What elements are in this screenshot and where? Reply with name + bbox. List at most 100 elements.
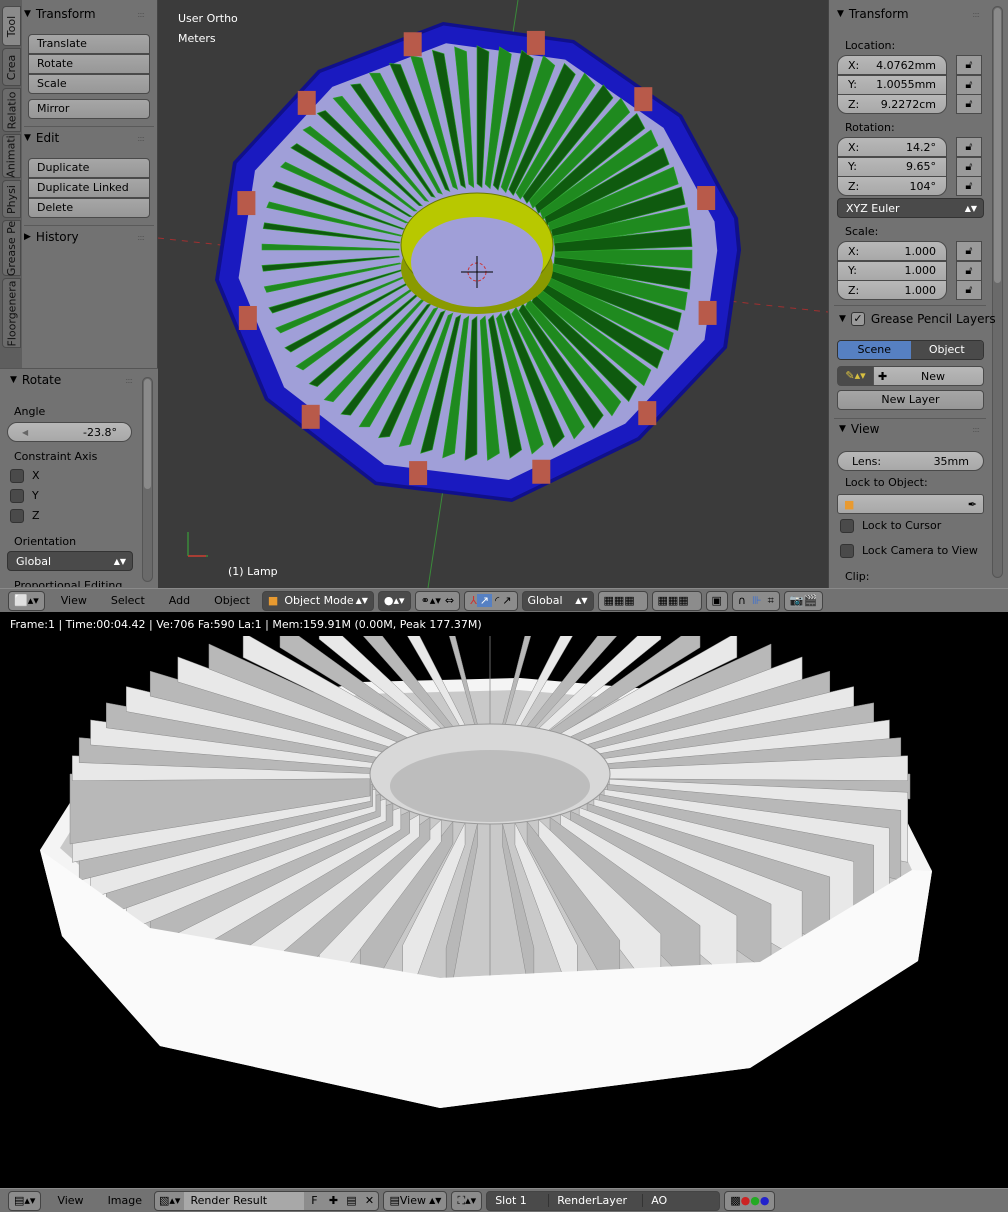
- view-mode-dropdown[interactable]: ▤ View ▲▼: [383, 1190, 448, 1211]
- menu-view[interactable]: View: [61, 594, 87, 607]
- transform-panel-header[interactable]: ▼ Transform::::: [837, 3, 989, 25]
- duplicate-linked-button[interactable]: Duplicate Linked: [28, 178, 150, 198]
- field-label: Lens:: [852, 454, 882, 468]
- lock-to-cursor-checkbox[interactable]: Lock to Cursor: [840, 519, 941, 533]
- open-image-icon[interactable]: ▤: [342, 1194, 360, 1207]
- axis-y-checkbox[interactable]: Y: [10, 489, 39, 503]
- new-grease-pencil-button[interactable]: ✎▴▾ ✚ New: [837, 366, 984, 386]
- field-value: 1.000: [904, 264, 937, 277]
- clip-label: Clip:: [845, 570, 870, 583]
- image-name-field[interactable]: Render Result: [184, 1191, 305, 1210]
- rotation-mode-dropdown[interactable]: XYZ Euler ▲▼: [837, 198, 984, 218]
- menu-view[interactable]: View: [57, 1194, 83, 1207]
- image-editor[interactable]: [0, 599, 1008, 1188]
- layers-grid-2[interactable]: ▦▦▦: [651, 590, 702, 611]
- image-browser[interactable]: ▧▴▾ Render Result F ✚ ▤ ✕: [154, 1190, 380, 1211]
- menu-select[interactable]: Select: [111, 594, 145, 607]
- grease-pencil-panel-header[interactable]: ▼ ✓ Grease Pencil Layers: [839, 308, 1008, 330]
- fake-user-button[interactable]: F: [304, 1194, 324, 1207]
- axis-x-checkbox[interactable]: X: [10, 469, 40, 483]
- editor-type-button[interactable]: ▤ ▴▾: [8, 1190, 42, 1211]
- lock-icon[interactable]: 🔓︎: [956, 260, 982, 281]
- history-panel-header[interactable]: ▶ History::::: [24, 226, 154, 248]
- grease-pencil-checkbox[interactable]: ✓: [850, 312, 865, 326]
- axis-z-checkbox[interactable]: Z: [10, 509, 40, 523]
- new-layer-button[interactable]: New Layer: [837, 390, 984, 410]
- render-slot-controls[interactable]: Slot 1 RenderLayer AO: [486, 1190, 721, 1211]
- translate-button[interactable]: Translate: [28, 34, 150, 54]
- transform-orientation-dropdown[interactable]: Global ▲▼: [521, 590, 594, 611]
- snap-controls[interactable]: ∩ ⊪ ⌗: [731, 590, 780, 611]
- edit-panel-header[interactable]: ▼ Edit::::: [24, 127, 154, 149]
- rotation-y-field[interactable]: Y: 9.65°: [837, 156, 947, 177]
- slot-dropdown[interactable]: Slot 1: [487, 1194, 550, 1207]
- rotation-z-field[interactable]: Z: 104°: [837, 176, 947, 196]
- location-x-field[interactable]: X: 4.0762mm: [837, 55, 947, 75]
- mirror-button[interactable]: Mirror: [28, 99, 150, 119]
- 3d-viewport[interactable]: User Ortho Meters (1) Lamp: [158, 0, 828, 588]
- scrollbar[interactable]: [142, 377, 153, 582]
- render-layer-dropdown[interactable]: RenderLayer: [549, 1194, 644, 1207]
- orientation-dropdown[interactable]: Global ▲▼: [7, 551, 133, 571]
- scale-y-field[interactable]: Y: 1.000: [837, 260, 947, 281]
- rotate-button[interactable]: Rotate: [28, 54, 150, 74]
- lock-icon[interactable]: 🔓︎: [956, 137, 982, 157]
- menu-image[interactable]: Image: [108, 1194, 142, 1207]
- render-buttons[interactable]: 📷 🎬: [783, 590, 824, 611]
- opengl-render-icon: 📷: [789, 594, 804, 607]
- lens-field[interactable]: Lens: 35mm: [837, 451, 984, 471]
- pivot-dropdown[interactable]: ⛶ ▴▾: [451, 1190, 483, 1211]
- axis-gizmo-icon: [187, 532, 208, 557]
- panel-title: Transform: [848, 7, 909, 21]
- lock-icon[interactable]: 🔓︎: [956, 241, 982, 261]
- scale-z-field[interactable]: Z: 1.000: [837, 280, 947, 300]
- transform-manipulators[interactable]: ⅄ ↗ ◜ ↗: [464, 590, 518, 611]
- lock-layers-button[interactable]: ▣: [705, 590, 728, 611]
- render-pass-dropdown[interactable]: AO: [643, 1194, 719, 1207]
- tab-grease-pe[interactable]: Grease Pe: [2, 220, 21, 276]
- scene-toggle[interactable]: Scene: [838, 341, 911, 359]
- delete-button[interactable]: Delete: [28, 198, 150, 218]
- lock-icon[interactable]: 🔓︎: [956, 280, 982, 300]
- menu-add[interactable]: Add: [169, 594, 190, 607]
- unlink-icon[interactable]: ✕: [360, 1194, 378, 1207]
- tab-physi[interactable]: Physi: [2, 180, 21, 218]
- scale-x-field[interactable]: X: 1.000: [837, 241, 947, 261]
- object-toggle[interactable]: Object: [910, 341, 983, 359]
- lock-icon[interactable]: 🔓︎: [956, 74, 982, 95]
- lock-icon[interactable]: 🔓︎: [956, 176, 982, 196]
- tab-crea[interactable]: Crea: [2, 48, 21, 86]
- rotate-panel-header[interactable]: ▼ Rotate::::: [0, 369, 158, 391]
- lock-icon[interactable]: 🔓︎: [956, 156, 982, 177]
- location-y-field[interactable]: Y: 1.0055mm: [837, 74, 947, 95]
- lock-camera-checkbox[interactable]: Lock Camera to View: [840, 544, 978, 558]
- transform-panel-header[interactable]: ▼ Transform::::: [24, 3, 154, 25]
- render-hub-floor: [390, 750, 590, 822]
- axis-label: Y:: [848, 264, 857, 277]
- editor-type-button[interactable]: ⬜ ▴▾: [8, 590, 45, 611]
- duplicate-button[interactable]: Duplicate: [28, 158, 150, 178]
- lock-icon[interactable]: 🔓︎: [956, 94, 982, 114]
- location-z-field[interactable]: Z: 9.2272cm: [837, 94, 947, 114]
- new-image-icon[interactable]: ✚: [324, 1194, 342, 1207]
- shading-dropdown[interactable]: ● ▴▾: [377, 590, 411, 611]
- mount-tab: [697, 186, 716, 211]
- eyedropper-icon[interactable]: ✒: [968, 498, 977, 511]
- tab-animati[interactable]: Animati: [2, 134, 21, 178]
- pivot-dropdown[interactable]: ⚭ ▴▾ ⇔: [414, 590, 461, 611]
- scrollbar[interactable]: [992, 6, 1003, 578]
- menu-object[interactable]: Object: [214, 594, 250, 607]
- layers-grid-1[interactable]: ▦▦▦: [597, 590, 648, 611]
- scale-button[interactable]: Scale: [28, 74, 150, 94]
- tab-floorgenera[interactable]: Floorgenera: [2, 278, 21, 348]
- angle-field[interactable]: ◀ -23.8°: [7, 422, 132, 442]
- lock-object-field[interactable]: ■ ✒: [837, 494, 984, 514]
- view-panel-header[interactable]: ▼ View::::: [839, 418, 989, 440]
- mode-dropdown[interactable]: ■ Object Mode ▲▼: [261, 590, 374, 611]
- lock-icon[interactable]: 🔓︎: [956, 55, 982, 75]
- axis-label: X:: [848, 244, 860, 258]
- channel-buttons[interactable]: ▩ ● ● ●: [724, 1190, 776, 1211]
- tab-tool[interactable]: Tool: [2, 6, 21, 46]
- tab-relatio[interactable]: Relatio: [2, 88, 21, 132]
- rotation-x-field[interactable]: X: 14.2°: [837, 137, 947, 157]
